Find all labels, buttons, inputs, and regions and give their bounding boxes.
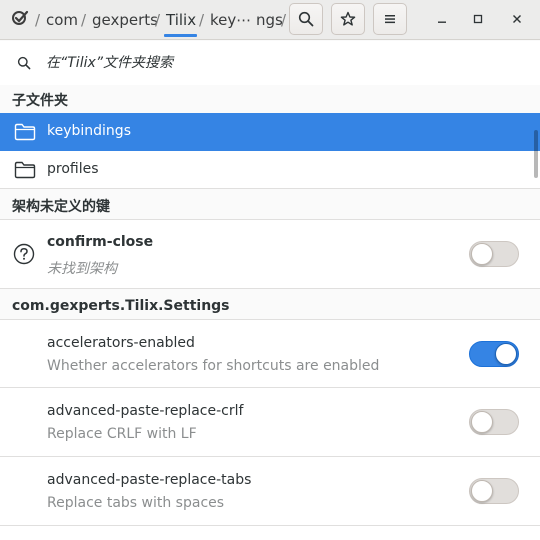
key-description: 未找到架构 (47, 261, 117, 277)
list-item-advanced-paste-replace-tabs[interactable]: advanced-paste-replace-tabs Replace tabs… (0, 457, 540, 526)
key-name: accelerators-enabled (47, 335, 195, 351)
list-item-confirm-close[interactable]: confirm-close 未找到架构 (0, 219, 540, 289)
header-bar: / com / gexperts / Tilix / key⋯ ngs / (0, 0, 540, 40)
hamburger-menu-icon (385, 15, 395, 24)
breadcrumb-separator: / (281, 11, 287, 29)
breadcrumb-gexperts[interactable]: gexperts (92, 10, 158, 30)
minimize-button[interactable] (431, 8, 453, 30)
section-title-settings-schema: com.gexperts.Tilix.Settings (12, 298, 230, 314)
maximize-icon (473, 14, 483, 24)
star-icon (340, 11, 356, 26)
breadcrumb-separator: / (155, 11, 161, 29)
search-icon (298, 11, 314, 27)
section-title-subfolders: 子文件夹 (12, 93, 68, 109)
toggle-switch[interactable] (469, 341, 519, 367)
active-crumb-indicator (164, 34, 197, 37)
switch-knob (495, 343, 517, 365)
list-item-folder-profiles[interactable]: profiles (0, 151, 540, 189)
breadcrumb-tilix[interactable]: Tilix (166, 10, 196, 30)
dconf-editor-icon (12, 10, 29, 25)
key-description: Whether accelerators for shortcuts are e… (47, 358, 380, 374)
list-item-folder-keybindings[interactable]: keybindings (0, 113, 540, 151)
search-bar (0, 41, 540, 85)
section-title-undefined-keys: 架构未定义的键 (12, 199, 110, 215)
close-button[interactable] (506, 8, 528, 30)
folder-icon (14, 123, 36, 141)
switch-knob (471, 243, 493, 265)
breadcrumb-separator: / (35, 11, 41, 29)
maximize-button[interactable] (467, 8, 489, 30)
list-item-accelerators-enabled[interactable]: accelerators-enabled Whether accelerator… (0, 319, 540, 388)
key-list[interactable]: 子文件夹 keybindings profiles 架构未定义的键 confir… (0, 85, 540, 540)
bookmark-button[interactable] (331, 3, 365, 35)
search-icon (17, 56, 31, 70)
breadcrumb-separator: / (81, 11, 87, 29)
key-name: advanced-paste-replace-tabs (47, 472, 252, 488)
question-mark-icon (13, 243, 35, 265)
folder-label: profiles (47, 161, 99, 177)
main-menu-button[interactable] (373, 3, 407, 35)
list-item-next[interactable] (0, 526, 540, 540)
breadcrumb-keybindings[interactable]: key⋯ ngs (210, 10, 283, 30)
toggle-switch[interactable] (469, 241, 519, 267)
folder-icon (14, 161, 36, 179)
breadcrumb-separator: / (199, 11, 205, 29)
search-input[interactable] (46, 52, 506, 74)
toggle-switch[interactable] (469, 478, 519, 504)
folder-label: keybindings (47, 123, 131, 139)
switch-knob (471, 480, 493, 502)
search-button[interactable] (289, 3, 323, 35)
breadcrumb-com[interactable]: com (46, 10, 78, 30)
toggle-switch[interactable] (469, 409, 519, 435)
key-name: advanced-paste-replace-crlf (47, 403, 244, 419)
list-item-advanced-paste-replace-crlf[interactable]: advanced-paste-replace-crlf Replace CRLF… (0, 388, 540, 457)
key-name: confirm-close (47, 234, 154, 250)
key-description: Replace tabs with spaces (47, 495, 225, 511)
scrollbar-thumb[interactable] (534, 130, 538, 178)
key-description: Replace CRLF with LF (47, 426, 197, 442)
close-icon (513, 15, 521, 23)
switch-knob (471, 411, 493, 433)
minimize-icon (438, 21, 446, 23)
